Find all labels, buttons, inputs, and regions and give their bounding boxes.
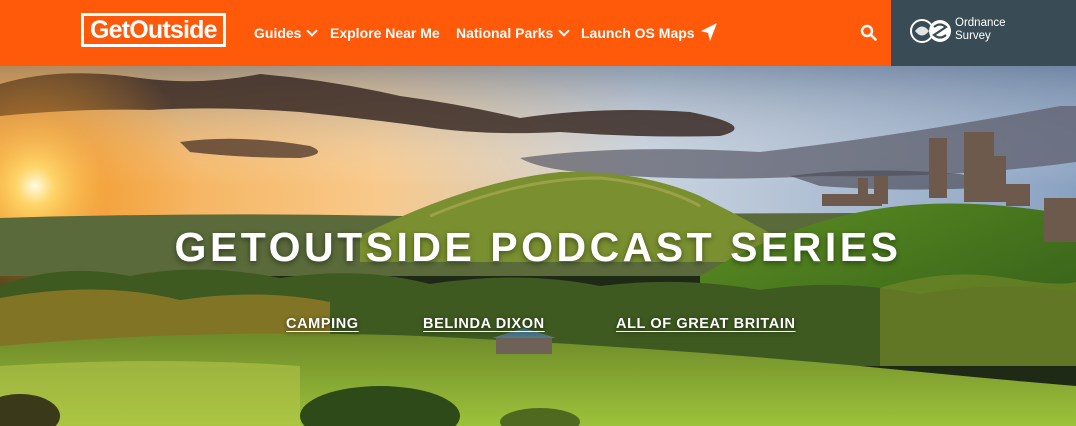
navigation-arrow-icon[interactable] xyxy=(700,22,718,42)
nav-item-explore-label: Explore Near Me xyxy=(330,25,440,41)
tag-link-all-of-great-britain[interactable]: ALL OF GREAT BRITAIN xyxy=(616,316,796,332)
ordnance-survey-wordmark[interactable]: Ordnance Survey xyxy=(955,17,1006,43)
chevron-down-icon xyxy=(306,24,319,37)
chevron-down-icon xyxy=(558,24,570,37)
getoutside-logo[interactable]: GetOutside xyxy=(81,13,226,47)
nav-item-explore-near-me[interactable]: Explore Near Me xyxy=(330,0,440,66)
nav-item-launch-os-maps[interactable]: Launch OS Maps xyxy=(581,0,695,66)
nav-item-guides[interactable]: Guides xyxy=(254,0,319,66)
site-header: GetOutside Guides Explore Near Me Nation… xyxy=(0,0,1076,66)
search-icon[interactable] xyxy=(860,24,877,41)
tag-link-camping[interactable]: CAMPING xyxy=(286,316,359,332)
os-line2: Survey xyxy=(955,30,991,42)
nav-item-national-parks-label: National Parks xyxy=(456,25,554,41)
os-line1: Ordnance xyxy=(955,17,1006,29)
ordnance-survey-logo-icon[interactable] xyxy=(910,18,952,44)
nav-item-national-parks[interactable]: National Parks xyxy=(456,0,570,66)
nav-item-guides-label: Guides xyxy=(254,25,302,41)
tag-link-belinda-dixon[interactable]: BELINDA DIXON xyxy=(423,316,545,332)
nav-item-launch-label: Launch OS Maps xyxy=(581,25,695,41)
hero-banner: GETOUTSIDE PODCAST SERIES CAMPING BELIND… xyxy=(0,66,1076,426)
hero-title: GETOUTSIDE PODCAST SERIES xyxy=(174,224,902,270)
